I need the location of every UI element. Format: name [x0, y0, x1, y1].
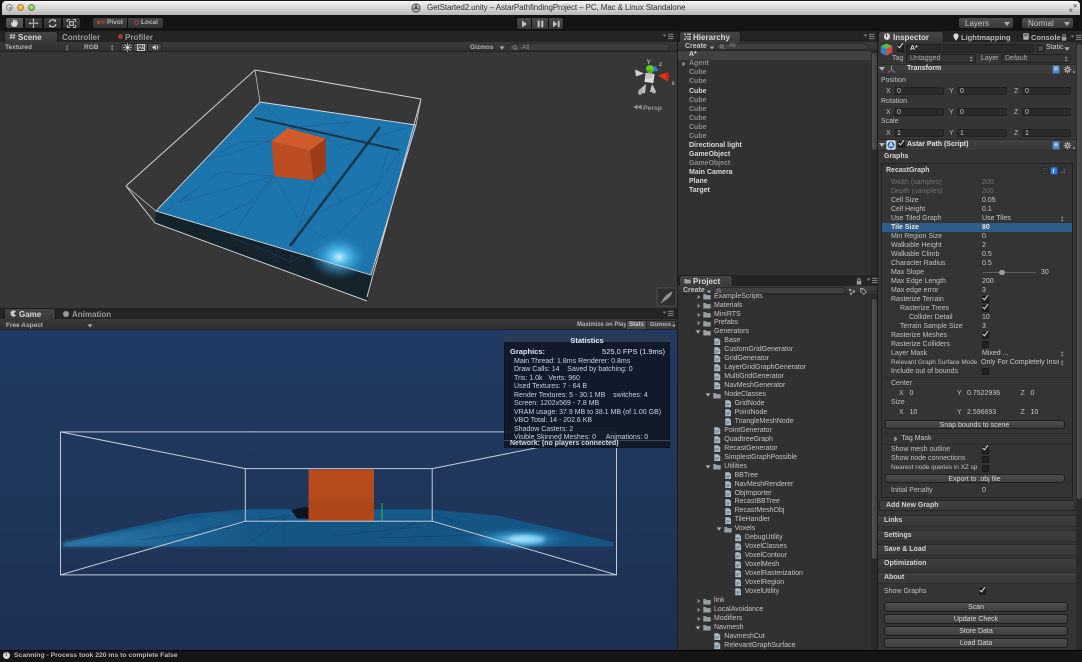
svg-text:z: z	[659, 62, 662, 68]
svg-text:Persp: Persp	[643, 105, 662, 112]
svg-text:Y: Y	[647, 59, 652, 66]
